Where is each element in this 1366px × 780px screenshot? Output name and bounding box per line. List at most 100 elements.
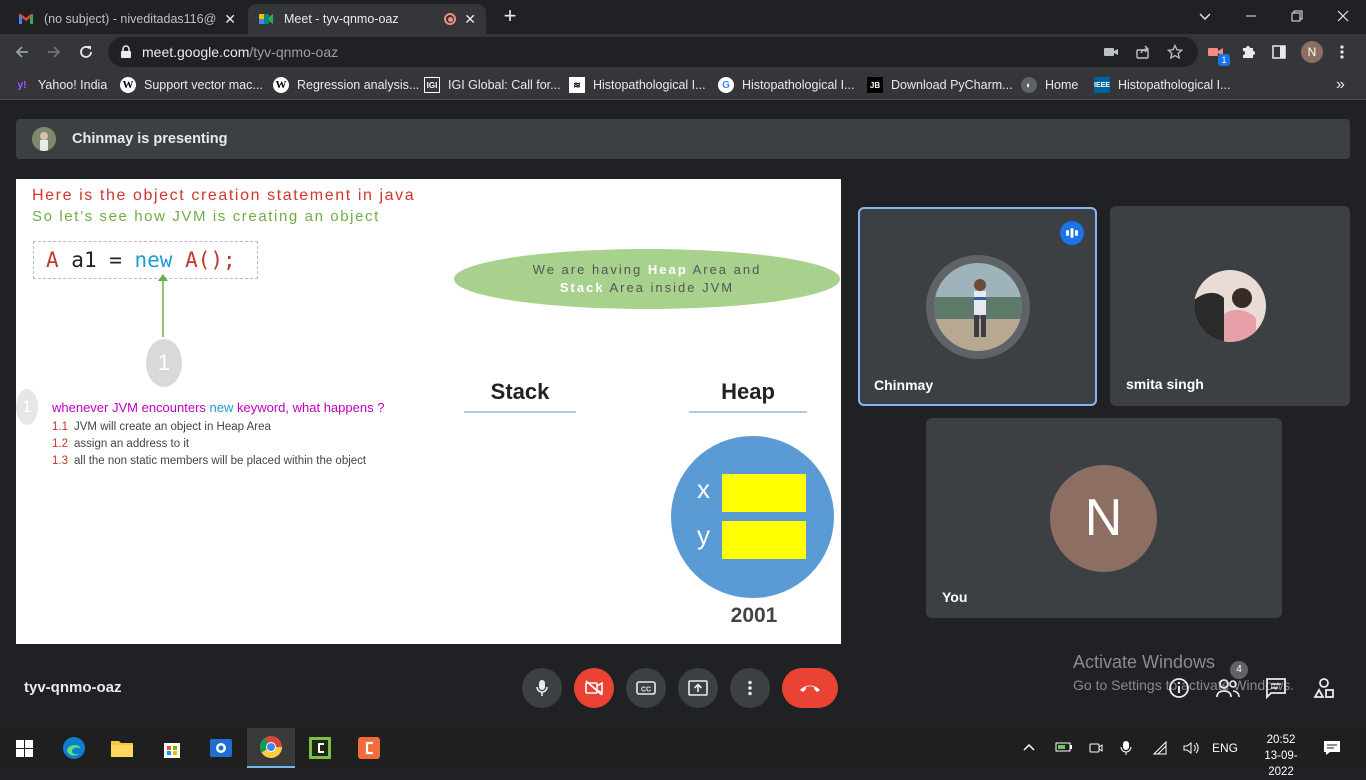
google-icon: G <box>718 77 734 93</box>
bookmark-item[interactable]: G Histopathological I... <box>718 76 855 94</box>
close-window-button[interactable] <box>1320 0 1366 32</box>
participant-tile-you[interactable]: N You <box>926 418 1282 618</box>
tray-clock[interactable]: 20:52 13-09-2022 <box>1252 732 1310 780</box>
bookmark-label: IGI Global: Call for... <box>448 78 561 92</box>
restore-icon <box>1291 10 1303 22</box>
field-x-slot <box>722 474 806 512</box>
tray-volume[interactable] <box>1182 740 1200 761</box>
tray-battery[interactable] <box>1055 740 1073 759</box>
participant-photo-icon <box>934 263 1022 351</box>
reload-button[interactable] <box>72 38 100 66</box>
present-screen-icon <box>688 680 708 696</box>
tab-gmail[interactable]: (no subject) - niveditadas116@gma ✕ <box>8 4 246 34</box>
browser-toolbar: meet.google.com/tyv-qnmo-oaz 1 N <box>0 34 1366 70</box>
participant-tile-chinmay[interactable]: Chinmay <box>858 207 1097 406</box>
extension-button[interactable]: 1 <box>1202 38 1230 66</box>
close-icon[interactable]: ✕ <box>464 11 476 28</box>
taskbar-store[interactable] <box>148 728 196 768</box>
ieee-icon: IEEE <box>1094 77 1110 93</box>
chevron-down-icon <box>1199 13 1211 20</box>
start-button[interactable] <box>0 728 48 768</box>
new-tab-button[interactable]: + <box>498 4 522 28</box>
participant-tile-smita-singh[interactable]: smita singh <box>1110 206 1350 406</box>
participant-name: smita singh <box>1126 376 1204 392</box>
activities-shapes-icon <box>1313 678 1334 698</box>
microphone-icon <box>1120 741 1132 755</box>
captions-button[interactable]: CC <box>626 668 666 708</box>
tray-overflow-button[interactable] <box>1022 740 1036 759</box>
present-now-button[interactable] <box>678 668 718 708</box>
tab-title: (no subject) - niveditadas116@gma <box>44 12 217 26</box>
heap-object-circle: x y <box>671 436 834 598</box>
taskbar-edge[interactable] <box>50 728 98 768</box>
taskbar-app-green[interactable] <box>296 728 344 768</box>
bookmark-item[interactable]: ≋ Histopathological I... <box>569 76 706 94</box>
taskbar-file-explorer[interactable] <box>98 728 146 768</box>
url-host: meet.google.com <box>142 44 250 60</box>
wifi-icon <box>1152 740 1167 755</box>
wikipedia-icon: W <box>120 77 136 93</box>
gmail-icon <box>19 14 33 24</box>
restore-button[interactable] <box>1274 0 1320 32</box>
taskbar-app-red[interactable] <box>345 728 393 768</box>
folder-icon <box>111 741 133 757</box>
tray-language[interactable]: ENG <box>1212 741 1238 755</box>
field-y-label: y <box>697 520 710 550</box>
taskbar-photos[interactable] <box>197 728 245 768</box>
extensions-button[interactable] <box>1234 38 1262 66</box>
more-options-button[interactable] <box>730 668 770 708</box>
tab-meet[interactable]: Meet - tyv-qnmo-oaz ✕ <box>248 4 486 34</box>
bookmark-item[interactable]: y! Yahoo! India <box>14 76 108 94</box>
leave-call-button[interactable] <box>782 668 838 708</box>
code-new-keyword: new <box>134 248 173 272</box>
microphone-button[interactable] <box>522 668 562 708</box>
tab-search-button[interactable] <box>1182 0 1228 32</box>
step-text: all the non static members will be place… <box>74 455 367 467</box>
step-badge: 1 <box>146 339 182 387</box>
profile-avatar[interactable]: N <box>1301 41 1323 63</box>
meeting-details-button[interactable] <box>1168 677 1192 701</box>
tray-meet-now[interactable] <box>1088 740 1104 761</box>
bookmark-item[interactable]: JB Download PyCharm... <box>867 76 1013 94</box>
participant-name: Chinmay <box>874 377 934 393</box>
side-panel-button[interactable] <box>1265 38 1293 66</box>
yahoo-icon: y! <box>17 79 27 91</box>
chat-button[interactable] <box>1265 677 1289 701</box>
close-icon[interactable]: ✕ <box>224 11 236 28</box>
bookmark-label: Histopathological I... <box>593 78 706 92</box>
taskbar-chrome[interactable] <box>247 728 295 768</box>
object-address: 2001 <box>730 604 778 627</box>
tray-network[interactable] <box>1152 740 1168 761</box>
activities-button[interactable] <box>1313 677 1337 701</box>
code-statement: A a1 = new A(); <box>33 241 258 279</box>
minimize-button[interactable] <box>1228 0 1274 32</box>
avatar: N <box>1050 465 1157 572</box>
forward-button[interactable] <box>40 38 68 66</box>
bookmark-item[interactable]: IEEE Histopathological I... <box>1094 76 1231 94</box>
avatar <box>1194 270 1266 342</box>
camera-blocked-icon[interactable] <box>1103 45 1119 59</box>
back-button[interactable] <box>8 38 36 66</box>
windows-taskbar: ENG 20:52 13-09-2022 <box>0 728 1366 778</box>
share-icon[interactable] <box>1135 44 1151 60</box>
bookmark-item[interactable]: W Regression analysis... <box>273 76 419 94</box>
camera-off-button[interactable] <box>574 668 614 708</box>
chrome-menu-button[interactable] <box>1328 38 1356 66</box>
bookmarks-overflow-button[interactable]: » <box>1336 76 1345 94</box>
star-icon[interactable] <box>1167 44 1183 60</box>
bookmark-label: Home <box>1045 78 1079 92</box>
tray-microphone[interactable] <box>1120 740 1132 761</box>
bookmark-item[interactable]: ◐ Home <box>1021 76 1078 94</box>
photo-app-icon <box>210 739 232 757</box>
bookmark-item[interactable]: W Support vector mac... <box>120 76 263 94</box>
notification-icon <box>1324 741 1340 755</box>
bookmark-label: Histopathological I... <box>1118 78 1231 92</box>
people-button[interactable]: 4 <box>1215 661 1248 701</box>
action-center-button[interactable] <box>1323 739 1341 762</box>
clock-time: 20:52 <box>1266 734 1296 746</box>
address-bar[interactable]: meet.google.com/tyv-qnmo-oaz <box>108 37 1198 67</box>
slide-subtitle: So let’s see how JVM is creating an obje… <box>32 208 380 225</box>
step-num: 1.3 <box>52 455 68 467</box>
bookmark-item[interactable]: IGI IGI Global: Call for... <box>424 76 561 94</box>
kebab-menu-icon <box>748 680 752 696</box>
